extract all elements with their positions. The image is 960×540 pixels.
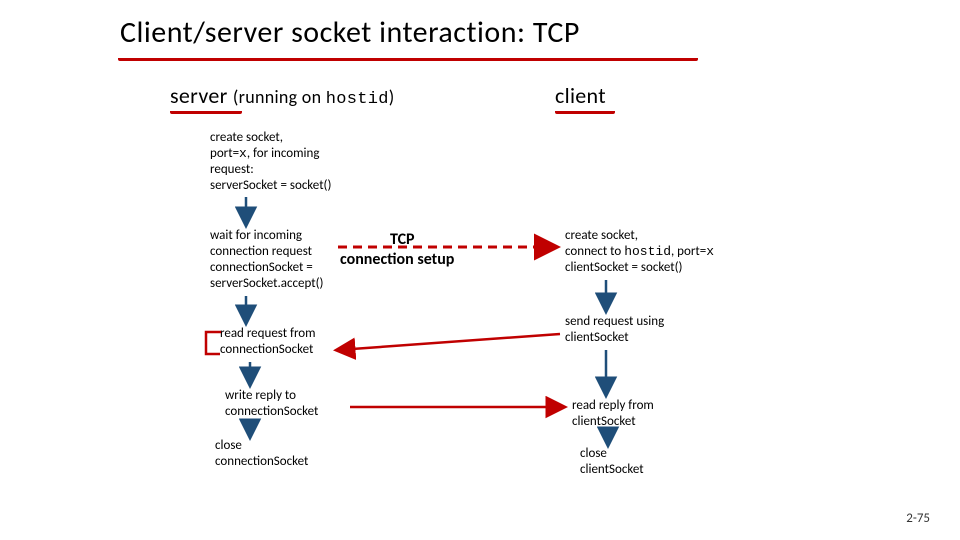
server-underline bbox=[170, 107, 242, 114]
client-step-read: read reply from clientSocket bbox=[572, 398, 654, 430]
text-mono: x bbox=[706, 244, 714, 259]
text-mono: x bbox=[239, 146, 247, 161]
server-step-read: read request from connectionSocket bbox=[220, 326, 316, 358]
text: port= bbox=[210, 146, 239, 161]
text: create socket, bbox=[565, 228, 638, 243]
text: request: bbox=[210, 162, 254, 177]
server-heading: server (running on hostid) bbox=[170, 82, 395, 109]
server-step-write: write reply to connectionSocket bbox=[225, 388, 318, 420]
server-step-wait: wait for incoming connection request con… bbox=[210, 228, 324, 292]
text: read reply from bbox=[572, 398, 654, 413]
tcp-label-2: connection setup bbox=[340, 250, 454, 269]
server-heading-sub: (running on bbox=[233, 86, 326, 108]
text-mono: hostid bbox=[624, 244, 671, 259]
slide-root: Client/server socket interaction: TCP se… bbox=[0, 0, 960, 540]
text: clientSocket bbox=[572, 414, 636, 429]
text: wait for incoming bbox=[210, 228, 302, 243]
diagram-arrows bbox=[0, 0, 960, 540]
tcp-label-1: TCP bbox=[390, 230, 415, 249]
text: clientSocket bbox=[580, 462, 644, 477]
slide-title: Client/server socket interaction: TCP bbox=[120, 14, 580, 51]
client-heading: client bbox=[555, 82, 606, 109]
text: close bbox=[580, 446, 607, 461]
text: , port= bbox=[671, 244, 706, 259]
client-underline bbox=[555, 107, 615, 114]
text: connectionSocket bbox=[225, 404, 318, 419]
client-step-send: send request using clientSocket bbox=[565, 314, 664, 346]
server-heading-hostid: hostid bbox=[326, 90, 389, 109]
text: serverSocket = socket() bbox=[210, 178, 331, 193]
text: connectionSocket bbox=[220, 342, 313, 357]
client-step-close: close clientSocket bbox=[580, 446, 644, 478]
text: , for incoming bbox=[247, 146, 320, 161]
text: connect to bbox=[565, 244, 624, 259]
client-step-create: create socket, connect to hostid, port=x… bbox=[565, 228, 714, 276]
text: serverSocket.accept() bbox=[210, 276, 324, 291]
page-number: 2-75 bbox=[906, 511, 930, 526]
text: close bbox=[215, 438, 242, 453]
text: clientSocket = socket() bbox=[565, 260, 682, 275]
server-heading-close: ) bbox=[389, 86, 395, 108]
server-step-create: create socket, port=x, for incoming requ… bbox=[210, 130, 331, 194]
text: create socket, bbox=[210, 130, 283, 145]
text: read request from bbox=[220, 326, 316, 341]
text: connection request bbox=[210, 244, 312, 259]
server-heading-main: server bbox=[170, 82, 228, 109]
text: connectionSocket = bbox=[210, 260, 313, 275]
text: write reply to bbox=[225, 388, 296, 403]
text: connectionSocket bbox=[215, 454, 308, 469]
text: clientSocket bbox=[565, 330, 629, 345]
server-step-close: close connectionSocket bbox=[215, 438, 308, 470]
title-underline bbox=[118, 52, 698, 61]
text: send request using bbox=[565, 314, 664, 329]
